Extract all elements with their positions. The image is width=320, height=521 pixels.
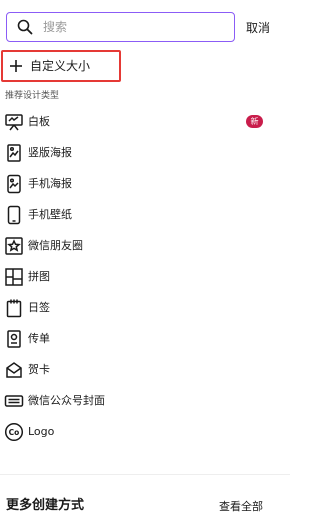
phone-wallpaper-icon — [4, 205, 24, 225]
list-item-collage[interactable]: 拼图 — [0, 262, 290, 292]
wechat-cover-icon — [4, 391, 24, 411]
list-item-label: 贺卡 — [28, 363, 50, 376]
list-item-label: 日签 — [28, 301, 50, 314]
search-input[interactable]: 搜索 — [6, 12, 235, 42]
logo-icon: Co — [4, 422, 24, 442]
list-item-label: 手机壁纸 — [28, 208, 72, 221]
list-item-label: Logo — [28, 425, 55, 438]
list-item-wechat-moments[interactable]: 微信朋友圈 — [0, 231, 290, 261]
greeting-card-icon — [4, 360, 24, 380]
custom-size-label: 自定义大小 — [30, 59, 91, 73]
list-item-logo[interactable]: Co Logo — [0, 417, 290, 447]
list-item-calendar[interactable]: 日签 — [0, 293, 290, 323]
cancel-button[interactable]: 取消 — [246, 20, 270, 36]
divider — [0, 474, 290, 475]
search-placeholder: 搜索 — [43, 20, 68, 34]
flyer-icon — [4, 329, 24, 349]
list-item-label: 手机海报 — [28, 177, 72, 190]
more-create-title: 更多创建方式 — [6, 498, 85, 513]
list-item-whiteboard[interactable]: 白板 新 — [0, 107, 290, 137]
list-item-phone-wallpaper[interactable]: 手机壁纸 — [0, 200, 290, 230]
list-item-wechat-cover[interactable]: 微信公众号封面 — [0, 386, 290, 416]
list-item-flyer[interactable]: 传单 — [0, 324, 290, 354]
list-item-label: 传单 — [28, 332, 50, 345]
wechat-moments-icon — [4, 236, 24, 256]
view-all-link[interactable]: 查看全部 — [219, 499, 263, 515]
plus-icon — [8, 58, 24, 74]
poster-icon — [4, 143, 24, 163]
list-item-label: 微信朋友圈 — [28, 239, 83, 252]
whiteboard-icon — [4, 112, 24, 132]
collage-icon — [4, 267, 24, 287]
list-item-label: 微信公众号封面 — [28, 394, 105, 407]
list-item-label: 竖版海报 — [28, 146, 72, 159]
section-title: 推荐设计类型 — [5, 91, 60, 101]
list-item-greeting-card[interactable]: 贺卡 — [0, 355, 290, 385]
list-item-phone-poster[interactable]: 手机海报 — [0, 169, 290, 199]
svg-text:Co: Co — [9, 428, 20, 437]
search-icon — [17, 19, 33, 35]
calendar-icon — [4, 298, 24, 318]
list-item-poster[interactable]: 竖版海报 — [0, 138, 290, 168]
new-badge: 新 — [246, 115, 263, 128]
list-item-label: 白板 — [28, 115, 50, 128]
custom-size-button[interactable]: 自定义大小 — [1, 50, 121, 82]
phone-poster-icon — [4, 174, 24, 194]
list-item-label: 拼图 — [28, 270, 50, 283]
